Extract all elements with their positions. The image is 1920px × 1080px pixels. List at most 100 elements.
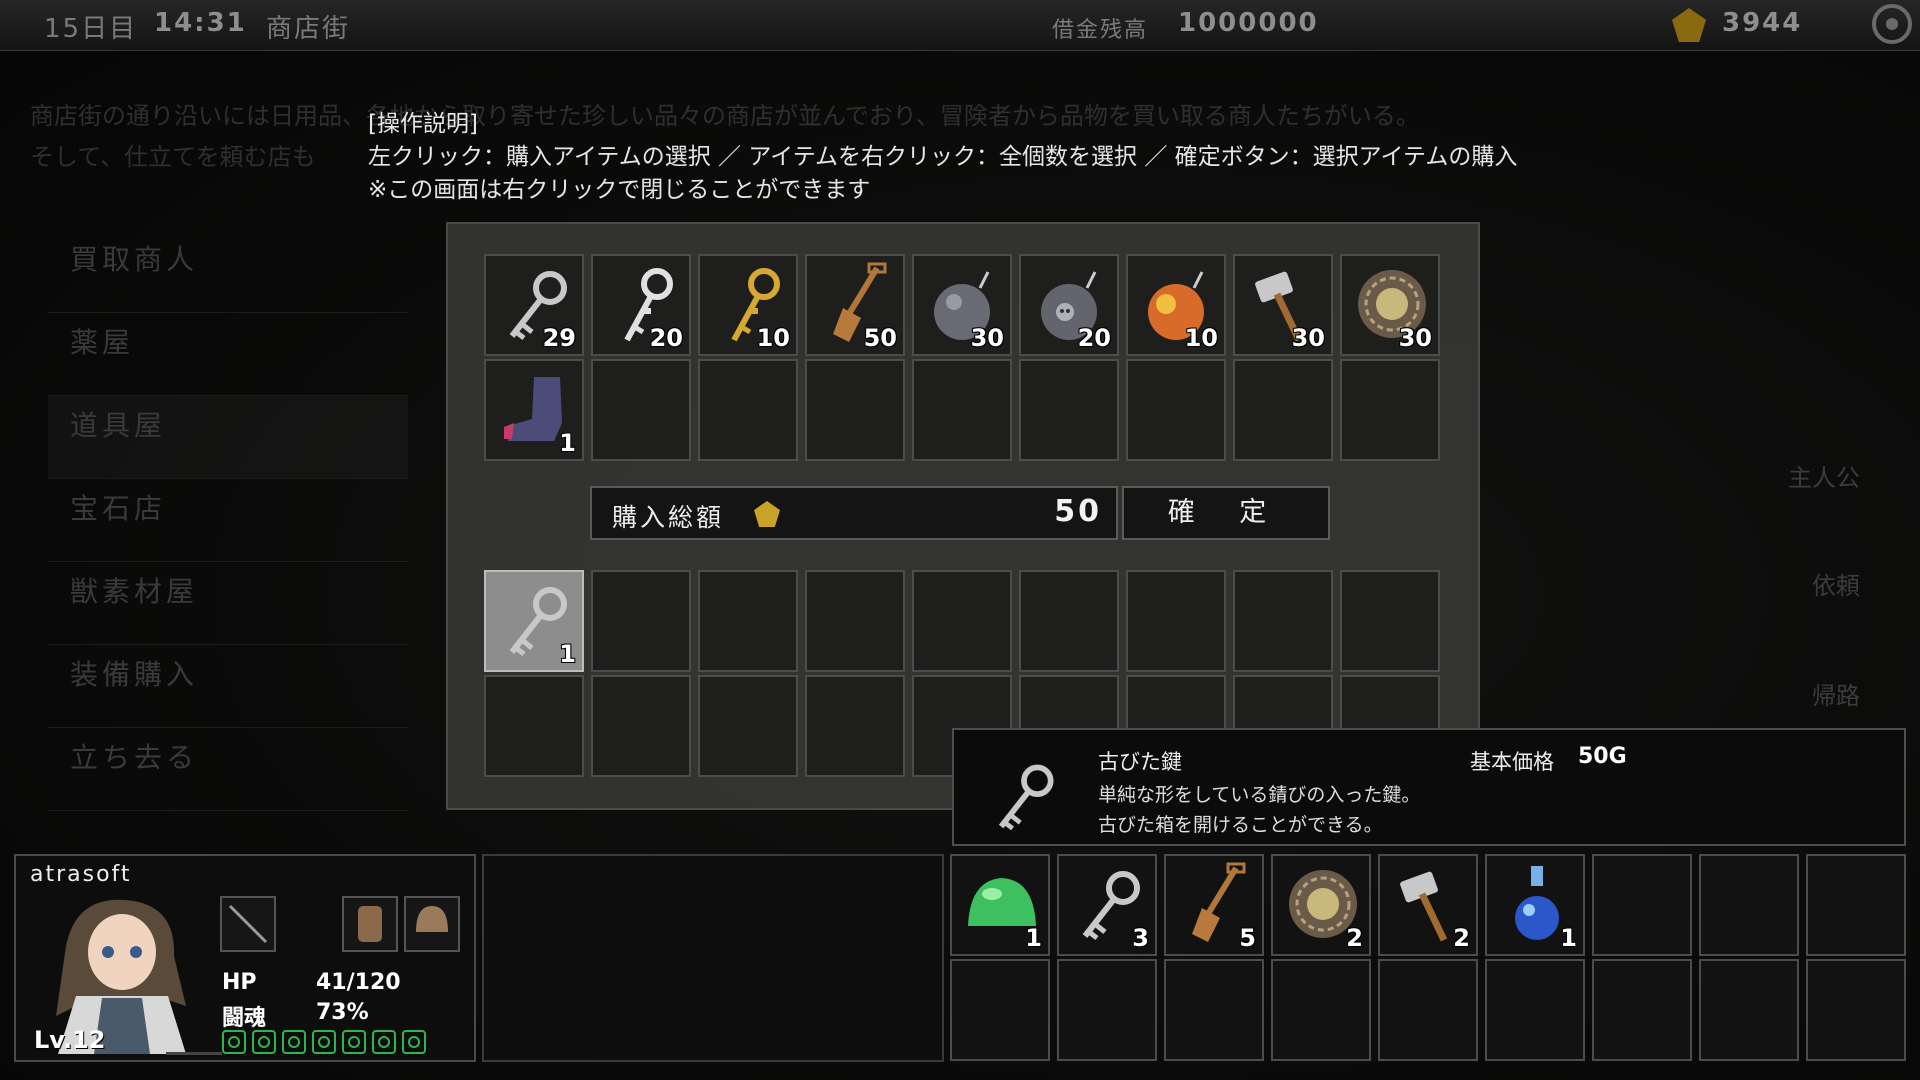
instructions: [操作説明] 左クリック：購入アイテムの選択 ／ アイテムを右クリック：全個数を… (368, 108, 1517, 207)
inventory-slot[interactable]: 3 (1057, 854, 1157, 956)
confirm-button[interactable]: 確 定 (1122, 486, 1330, 540)
inventory-slot-empty[interactable] (1806, 854, 1906, 956)
action-pips (222, 1030, 426, 1054)
day-counter: 15日目 (44, 14, 138, 44)
inventory-slot-empty[interactable] (1485, 959, 1585, 1061)
item-description: 単純な形をしている錆びの入った鍵。 古びた箱を開けることができる。 (1098, 784, 1421, 836)
item-quantity: 1 (559, 429, 576, 457)
shop-slot[interactable]: 20 (591, 254, 691, 356)
inventory-slot-empty[interactable] (1806, 959, 1906, 1061)
shop-slot[interactable]: 30 (912, 254, 1012, 356)
cart-slot-empty[interactable] (1126, 570, 1226, 672)
helmet-slot[interactable] (404, 896, 460, 952)
cart-slot-empty[interactable] (805, 675, 905, 777)
item-quantity: 20 (649, 324, 683, 352)
item-quantity: 30 (1291, 324, 1325, 352)
menu-item-equipment[interactable]: 装備購入 (48, 645, 408, 728)
cart-slot-empty[interactable] (698, 570, 798, 672)
action-pip (342, 1030, 366, 1054)
cart-slot-empty[interactable] (805, 570, 905, 672)
location-name: 商店街 (266, 14, 351, 44)
instructions-title: [操作説明] (368, 111, 478, 137)
cart-slot-empty[interactable] (1340, 570, 1440, 672)
spirit-value: 73% (316, 1000, 369, 1025)
shop-slot-empty[interactable] (1340, 359, 1440, 461)
cart-slot-empty[interactable] (484, 675, 584, 777)
shop-slot-empty[interactable] (698, 359, 798, 461)
shop-slot[interactable]: 50 (805, 254, 905, 356)
inventory-slot-empty[interactable] (1699, 854, 1799, 956)
cart-slot-empty[interactable] (1233, 570, 1333, 672)
inventory-slot-empty[interactable] (1699, 959, 1799, 1061)
cart-slot-empty[interactable] (591, 570, 691, 672)
inventory-slot[interactable]: 1 (1485, 854, 1585, 956)
inventory-slot-empty[interactable] (1378, 959, 1478, 1061)
menu-item-leave[interactable]: 立ち去る (48, 728, 408, 811)
inventory-slot[interactable]: 1 (950, 854, 1050, 956)
debt-value: 1000000 (1178, 8, 1319, 38)
item-quantity: 10 (1184, 324, 1218, 352)
old-key-icon (984, 756, 1064, 836)
weapon-slot[interactable] (220, 896, 276, 952)
top-status-bar: 15日目 14:31 商店街 借金残高 1000000 3944 (0, 0, 1920, 51)
cart-slot-selected[interactable]: 1 (484, 570, 584, 672)
action-pip (402, 1030, 426, 1054)
cart-slot-empty[interactable] (1019, 570, 1119, 672)
shop-slot-empty[interactable] (591, 359, 691, 461)
menu-item-buyer[interactable]: 買取商人 (48, 230, 408, 313)
inventory-slot[interactable]: 2 (1378, 854, 1478, 956)
shop-slot[interactable]: 10 (698, 254, 798, 356)
item-quantity: 1 (559, 640, 576, 668)
cart-slot-empty[interactable] (698, 675, 798, 777)
shop-slot-empty[interactable] (1233, 359, 1333, 461)
instructions-note: ※この画面は右クリックで閉じることができます (368, 177, 871, 203)
right-menu-hero[interactable]: 主人公 (1788, 458, 1860, 493)
shop-slot-empty[interactable] (912, 359, 1012, 461)
inventory-slot-empty[interactable] (950, 959, 1050, 1061)
settings-gear-icon[interactable] (1872, 4, 1912, 44)
armor-slot[interactable] (342, 896, 398, 952)
menu-item-tools[interactable]: 道具屋 (48, 396, 408, 479)
exp-line (166, 1052, 222, 1055)
inventory-slot-empty[interactable] (1164, 959, 1264, 1061)
cart-slot-empty[interactable] (591, 675, 691, 777)
right-menu-return[interactable]: 帰路 (1812, 676, 1860, 711)
clock: 14:31 (154, 8, 247, 38)
inventory-slot-empty[interactable] (1271, 959, 1371, 1061)
cart-slot-empty[interactable] (912, 570, 1012, 672)
item-name: 古びた鍵 (1098, 750, 1182, 774)
inventory-slot-empty[interactable] (1057, 959, 1157, 1061)
item-quantity: 20 (1077, 324, 1111, 352)
right-menu-request[interactable]: 依頼 (1812, 566, 1860, 601)
shop-slot[interactable]: 20 (1019, 254, 1119, 356)
gold-amount: 3944 (1722, 8, 1803, 38)
item-quantity: 5 (1239, 924, 1256, 952)
shop-slot[interactable]: 1 (484, 359, 584, 461)
debt-label: 借金残高 (1052, 18, 1149, 43)
menu-item-pharmacy[interactable]: 薬屋 (48, 313, 408, 396)
item-tooltip: 古びた鍵 基本価格 50G 単純な形をしている錆びの入った鍵。 古びた箱を開ける… (952, 728, 1906, 846)
item-quantity: 2 (1346, 924, 1363, 952)
inventory-slot[interactable]: 2 (1271, 854, 1371, 956)
item-quantity: 29 (542, 324, 576, 352)
shop-slot[interactable]: 30 (1340, 254, 1440, 356)
empty-panel (482, 854, 944, 1062)
player-inventory-grid: 1 3 5 2 2 1 (950, 854, 1910, 1061)
shop-slot[interactable]: 10 (1126, 254, 1226, 356)
shop-slot[interactable]: 29 (484, 254, 584, 356)
instructions-line: 左クリック：購入アイテムの選択 ／ アイテムを右クリック：全個数を選択 ／ 確定… (368, 144, 1518, 170)
shop-slot-empty[interactable] (1126, 359, 1226, 461)
inventory-slot-empty[interactable] (1592, 959, 1692, 1061)
item-quantity: 50 (863, 324, 897, 352)
shop-slot[interactable]: 30 (1233, 254, 1333, 356)
inventory-slot[interactable]: 5 (1164, 854, 1264, 956)
armor-icon (358, 906, 382, 942)
menu-item-beast[interactable]: 獣素材屋 (48, 562, 408, 645)
shop-slot-empty[interactable] (805, 359, 905, 461)
player-status-panel: atrasoft Lv.12 HP 41/120 闘魂 73% (14, 854, 476, 1062)
shop-slot-empty[interactable] (1019, 359, 1119, 461)
inventory-slot-empty[interactable] (1592, 854, 1692, 956)
menu-item-jewelry[interactable]: 宝石店 (48, 479, 408, 562)
purchase-total-value: 50 (1054, 494, 1102, 529)
gold-gem-icon (754, 501, 780, 527)
